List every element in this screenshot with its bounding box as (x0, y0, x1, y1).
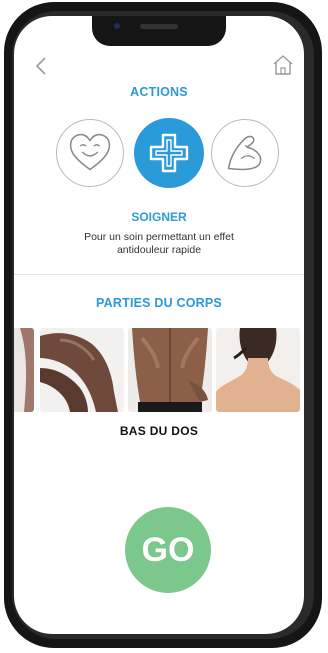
medical-cross-icon (149, 133, 189, 173)
smiling-heart-icon (69, 133, 111, 171)
legs-photo (40, 328, 124, 412)
app-screen: ACTIONS SOIGNER Pour un soin permettant … (14, 16, 304, 634)
body-part-photo-neck-shoulders[interactable] (216, 328, 300, 412)
action-strength-button[interactable] (211, 119, 279, 187)
back-button[interactable] (32, 56, 52, 76)
body-part-photo-lower-back[interactable] (128, 328, 212, 412)
go-button[interactable]: GO (125, 507, 211, 593)
flexed-arm-icon (227, 135, 262, 171)
actions-title: ACTIONS (130, 85, 188, 99)
lower-back-photo (128, 328, 212, 412)
action-heal-button[interactable] (134, 118, 204, 188)
camera-icon (114, 23, 120, 29)
phone-notch (92, 16, 226, 46)
chevron-left-icon (35, 57, 46, 75)
neck-shoulders-photo (216, 328, 300, 412)
home-button[interactable] (272, 54, 294, 76)
section-divider (14, 274, 304, 275)
body-parts-carousel[interactable] (14, 328, 304, 412)
arm-photo (14, 328, 34, 412)
selected-body-part-label: BAS DU DOS (119, 424, 199, 438)
speaker-grille (140, 24, 178, 29)
selected-action-label: SOIGNER (131, 210, 187, 224)
selected-action-description: Pour un soin permettant un effet antidou… (84, 231, 234, 256)
body-parts-title: PARTIES DU CORPS (96, 296, 222, 310)
action-love-button[interactable] (56, 119, 124, 187)
body-part-photo-arm[interactable] (14, 328, 34, 412)
home-icon (273, 55, 293, 75)
body-part-photo-legs[interactable] (40, 328, 124, 412)
